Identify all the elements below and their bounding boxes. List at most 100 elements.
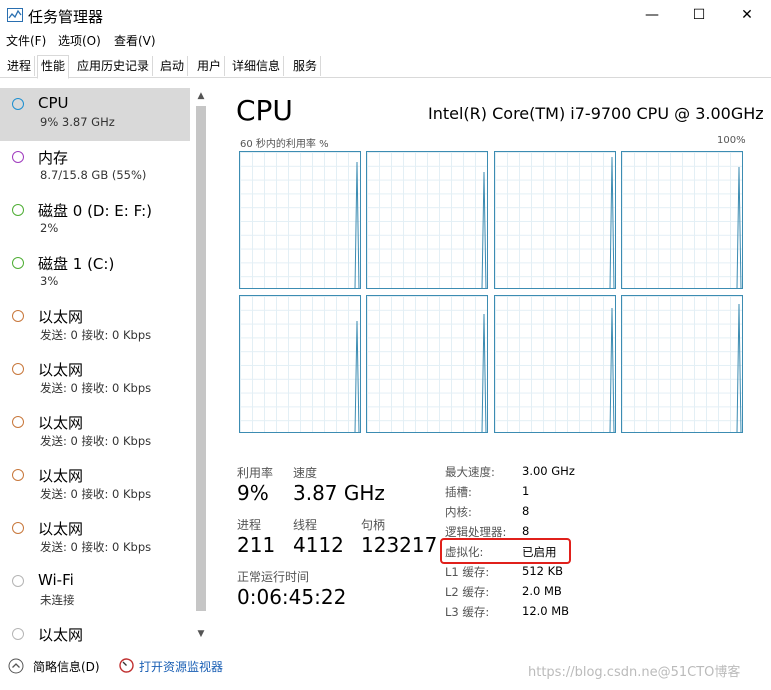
sidebar-item-label: 磁盘 1 (C:) (38, 255, 115, 273)
disk-indicator-icon (12, 257, 24, 269)
sidebar-item-label: CPU (38, 94, 69, 112)
virtualization-highlight-box (440, 538, 571, 564)
sidebar-item-cpu[interactable]: CPU 9% 3.87 GHz (0, 88, 190, 141)
spec-value: 2.0 MB (522, 584, 562, 598)
cpu-core-graph (366, 151, 488, 289)
utilization-value: 9% (237, 481, 269, 505)
ethernet-indicator-icon (12, 522, 24, 534)
threads-value: 4112 (293, 533, 344, 557)
resource-monitor-icon (119, 658, 134, 673)
sidebar-item-detail: 8.7/15.8 GB (55%) (40, 168, 147, 182)
open-resource-monitor-link[interactable]: 打开资源监视器 (139, 658, 223, 675)
resource-list: CPU 9% 3.87 GHz 内存 8.7/15.8 GB (55%) 磁盘 … (0, 88, 192, 648)
sidebar-item-label: 以太网 (38, 467, 84, 485)
cpu-core-graph (494, 151, 616, 289)
ethernet-indicator-icon (12, 469, 24, 481)
sidebar-scrollbar[interactable]: ▲ ▼ (193, 88, 209, 644)
tab-strip: 进程 性能 应用历史记录 启动 用户 详细信息 服务 (0, 55, 771, 79)
sidebar-item-disk-1[interactable]: 磁盘 1 (C:) 3% (0, 247, 190, 300)
ethernet-indicator-icon (12, 416, 24, 428)
tab-startup[interactable]: 启动 (157, 56, 189, 76)
minimize-icon: — (645, 7, 659, 23)
cpu-core-graph (239, 151, 361, 289)
sidebar-item-detail: 9% 3.87 GHz (40, 115, 115, 129)
menu-file[interactable]: 文件(F) (6, 32, 46, 49)
speed-label: 速度 (293, 466, 318, 480)
page-title: CPU (236, 94, 293, 127)
tab-processes[interactable]: 进程 (4, 56, 36, 76)
sidebar-item-disk-0[interactable]: 磁盘 0 (D: E: F:) 2% (0, 194, 190, 247)
sidebar-item-label: 以太网 (38, 626, 84, 644)
uptime-label: 正常运行时间 (237, 570, 310, 584)
tab-details[interactable]: 详细信息 (229, 56, 285, 76)
utilization-label: 利用率 (237, 466, 274, 480)
task-manager-icon (7, 8, 23, 22)
menu-options[interactable]: 选项(O) (58, 32, 101, 49)
cpu-indicator-icon (12, 98, 24, 110)
collapse-chevron-icon[interactable] (8, 658, 24, 674)
scroll-down-icon[interactable]: ▼ (193, 626, 209, 642)
sidebar-item-label: 以太网 (38, 361, 84, 379)
sidebar-item-label: 以太网 (38, 414, 84, 432)
sidebar-item-ethernet[interactable]: 以太网 发送: 0 接收: 0 Kbps (0, 300, 190, 353)
sidebar-item-ethernet[interactable]: 以太网 发送: 0 接收: 0 Kbps (0, 353, 190, 406)
spec-label: L1 缓存: (445, 565, 490, 579)
speed-value: 3.87 GHz (293, 481, 385, 505)
wifi-indicator-icon (12, 575, 24, 587)
disk-indicator-icon (12, 204, 24, 216)
sidebar-item-ethernet[interactable]: 以太网 发送: 0 接收: 0 Kbps (0, 406, 190, 459)
sidebar-item-detail: 发送: 0 接收: 0 Kbps (40, 487, 152, 501)
tab-users[interactable]: 用户 (194, 56, 226, 76)
sidebar-item-memory[interactable]: 内存 8.7/15.8 GB (55%) (0, 141, 190, 194)
cpu-core-graph (621, 151, 743, 289)
sidebar-item-ethernet[interactable]: 以太网 (0, 618, 190, 648)
minimize-button[interactable]: — (629, 0, 675, 30)
sidebar-item-label: Wi-Fi (38, 571, 74, 589)
sidebar-item-label: 以太网 (38, 520, 84, 538)
watermark: https://blog.csdn.ne@51CTO博客 (528, 665, 741, 680)
spec-value: 8 (522, 524, 530, 538)
scrollbar-thumb[interactable] (196, 106, 206, 611)
graph-caption: 60 秒内的利用率 % (240, 139, 329, 150)
sidebar-item-detail: 发送: 0 接收: 0 Kbps (40, 328, 152, 342)
spec-label: 最大速度: (445, 465, 495, 479)
sidebar-item-detail: 2% (40, 221, 59, 235)
sidebar-item-detail: 发送: 0 接收: 0 Kbps (40, 381, 152, 395)
maximize-icon: ☐ (692, 7, 706, 23)
cpu-core-graph (366, 295, 488, 433)
window-title: 任务管理器 (28, 8, 104, 26)
spec-value: 1 (522, 484, 530, 498)
tab-services[interactable]: 服务 (290, 56, 322, 76)
maximize-button[interactable]: ☐ (676, 0, 722, 30)
handles-value: 123217 (361, 533, 438, 557)
spec-value: 12.0 MB (522, 604, 570, 618)
fewer-details-link[interactable]: 简略信息(D) (33, 658, 100, 675)
spec-value: 3.00 GHz (522, 464, 575, 478)
memory-indicator-icon (12, 151, 24, 163)
cpu-model-name: Intel(R) Core(TM) i7-9700 CPU @ 3.00GHz (428, 104, 764, 123)
spec-label: L2 缓存: (445, 585, 490, 599)
sidebar-item-label: 磁盘 0 (D: E: F:) (38, 202, 152, 220)
spec-label: L3 缓存: (445, 605, 490, 619)
cpu-core-graph (494, 295, 616, 433)
title-bar: 任务管理器 — ☐ ✕ (0, 0, 771, 30)
processes-label: 进程 (237, 518, 262, 532)
tab-performance[interactable]: 性能 (37, 55, 70, 79)
tab-app-history[interactable]: 应用历史记录 (74, 56, 154, 76)
handles-label: 句柄 (361, 518, 386, 532)
sidebar-item-ethernet[interactable]: 以太网 发送: 0 接收: 0 Kbps (0, 459, 190, 512)
sidebar-item-label: 以太网 (38, 308, 84, 326)
processes-value: 211 (237, 533, 276, 557)
spec-value: 8 (522, 504, 530, 518)
cpu-core-graph (621, 295, 743, 433)
sidebar-item-wifi[interactable]: Wi-Fi 未连接 (0, 565, 190, 618)
sidebar-item-detail: 发送: 0 接收: 0 Kbps (40, 540, 152, 554)
spec-label: 插槽: (445, 485, 472, 499)
sidebar-item-detail: 未连接 (40, 593, 75, 607)
sidebar-item-ethernet[interactable]: 以太网 发送: 0 接收: 0 Kbps (0, 512, 190, 565)
scroll-up-icon[interactable]: ▲ (193, 88, 209, 104)
close-button[interactable]: ✕ (724, 0, 770, 30)
close-icon: ✕ (741, 7, 753, 23)
menu-view[interactable]: 查看(V) (114, 32, 156, 49)
uptime-value: 0:06:45:22 (237, 585, 347, 609)
